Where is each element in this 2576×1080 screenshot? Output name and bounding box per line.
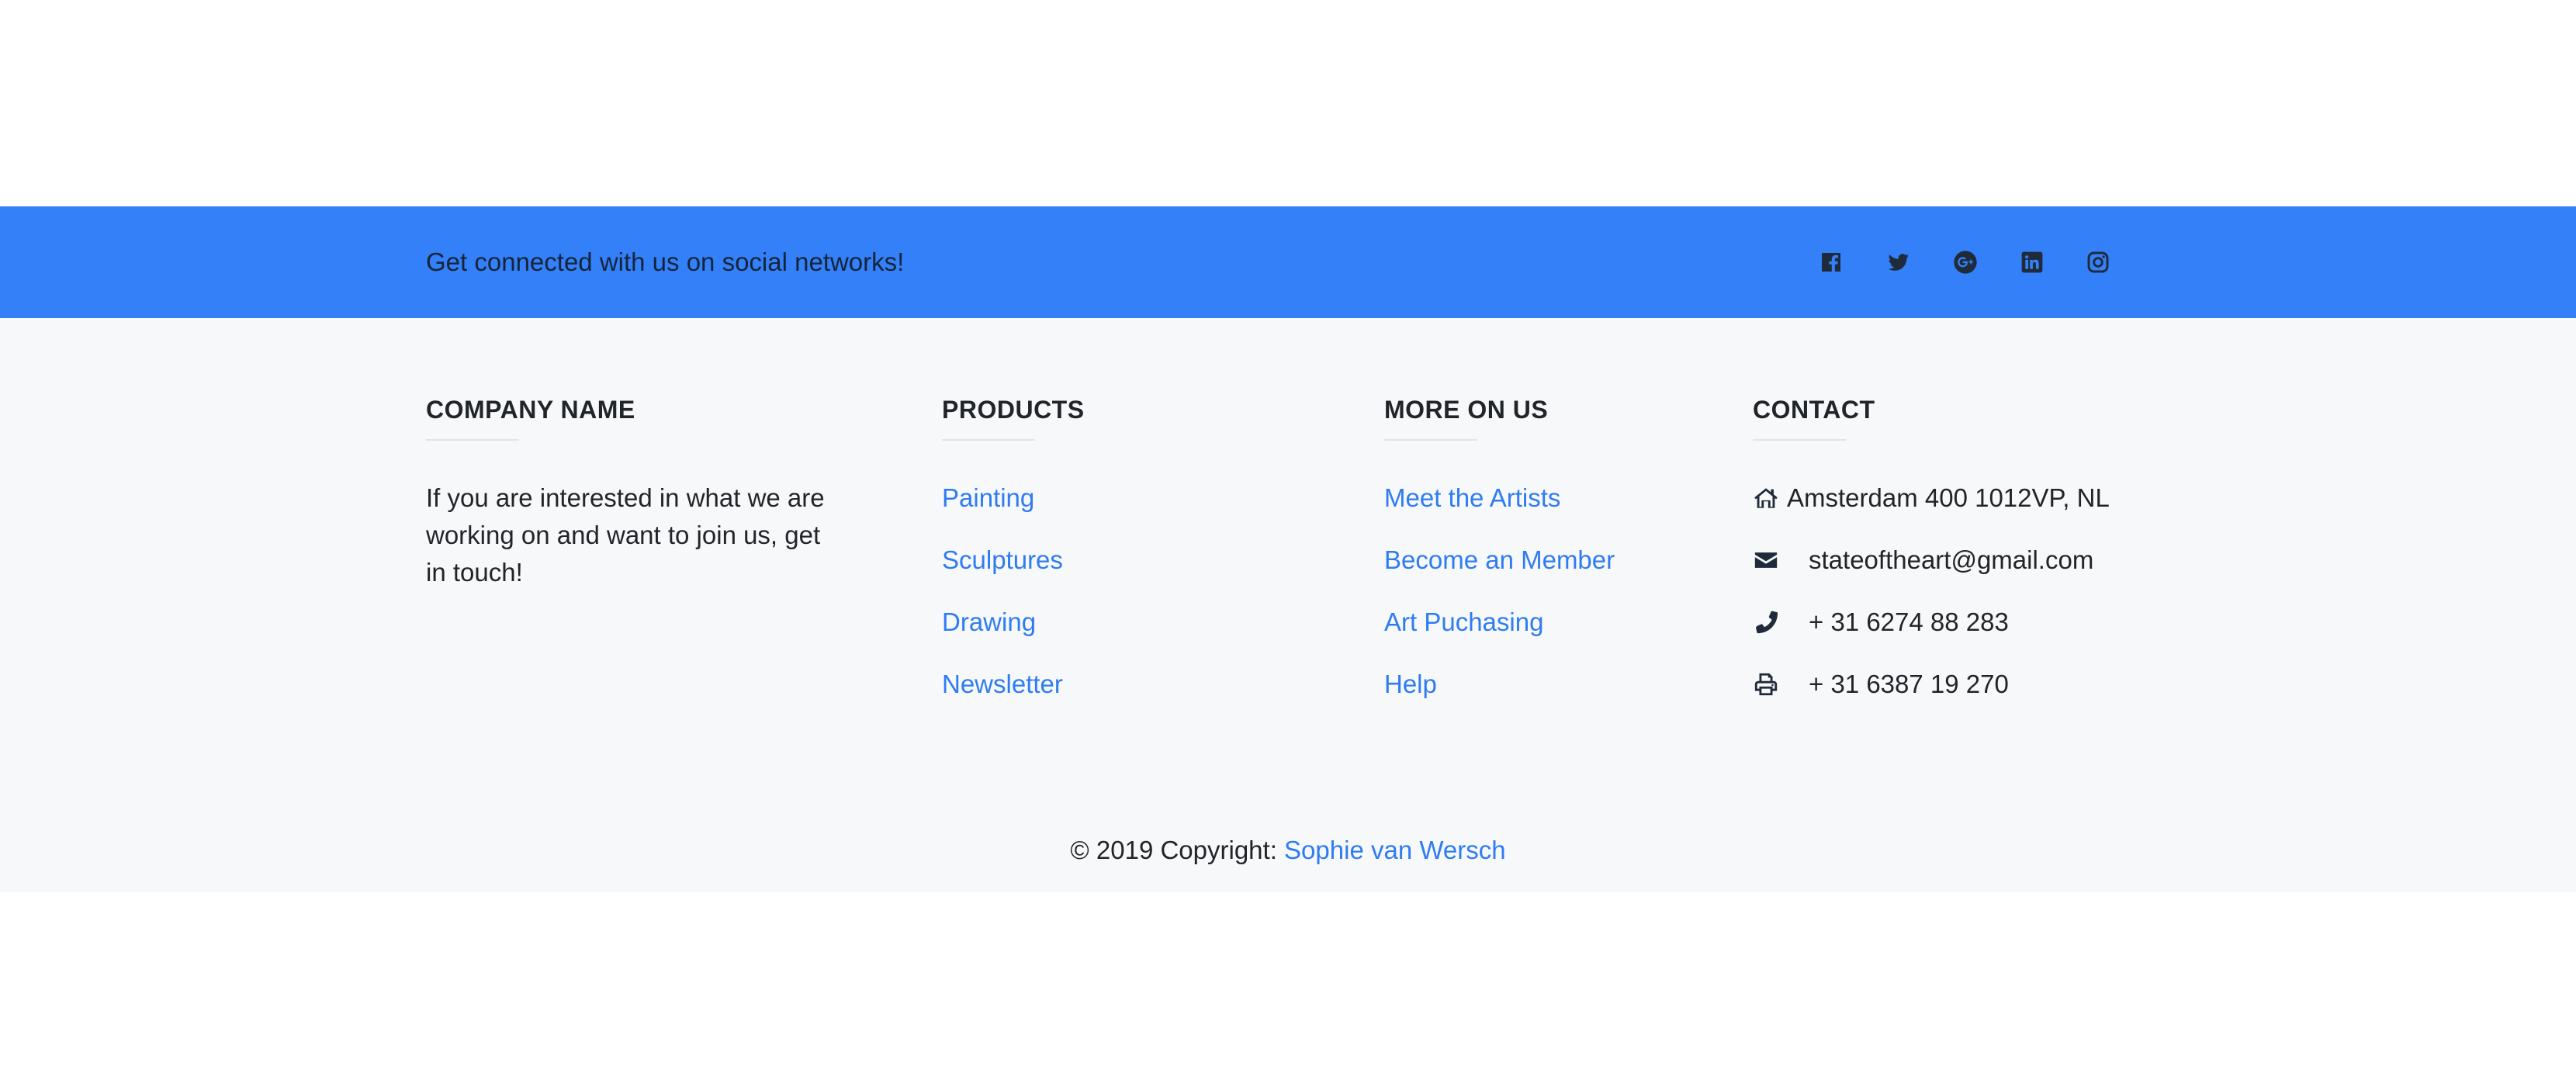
more-link-member[interactable]: Become an Member [1384,545,1615,574]
print-icon [1753,666,1781,703]
home-icon [1753,479,1781,517]
products-heading: PRODUCTS [942,396,1085,424]
contact-fax-row: + 31 6387 19 270 [1753,666,2110,728]
heading-divider [1384,439,1477,441]
company-column: COMPANY NAME If you are interested in wh… [426,393,837,591]
envelope-icon [1753,542,1781,579]
copyright-text: © 2019 Copyright: [1070,836,1277,864]
contact-address-row: Amsterdam 400 1012VP, NL [1753,479,2110,542]
products-column: PRODUCTS Painting Sculptures Drawing New… [942,393,1085,728]
copyright: © 2019 Copyright: Sophie van Wersch [0,832,2576,869]
more-column: MORE ON US Meet the Artists Become an Me… [1384,393,1615,728]
company-description: If you are interested in what we are wor… [426,483,825,587]
products-link-drawing[interactable]: Drawing [942,608,1036,636]
products-link-sculptures[interactable]: Sculptures [942,545,1063,574]
social-bar: Get connected with us on social networks… [0,206,2576,318]
social-tagline: Get connected with us on social networks… [426,248,905,276]
products-link-painting[interactable]: Painting [942,483,1034,512]
heading-divider [942,439,1035,441]
contact-email-row: stateoftheart@gmail.com [1753,542,2110,604]
contact-email: stateoftheart@gmail.com [1809,545,2094,574]
instagram-icon[interactable] [2083,247,2114,278]
twitter-icon[interactable] [1883,247,1914,278]
footer: COMPANY NAME If you are interested in wh… [0,318,2576,892]
contact-fax: + 31 6387 19 270 [1809,670,2009,698]
more-link-purchasing[interactable]: Art Puchasing [1384,608,1543,636]
facebook-icon[interactable] [1816,247,1847,278]
contact-phone-row: + 31 6274 88 283 [1753,604,2110,666]
copyright-author-link[interactable]: Sophie van Wersch [1284,836,1506,864]
heading-divider [426,439,519,441]
more-link-artists[interactable]: Meet the Artists [1384,483,1560,512]
phone-icon [1753,604,1781,641]
products-link-newsletter[interactable]: Newsletter [942,670,1063,698]
contact-column: CONTACT Amsterdam 400 1012VP, NL stateof… [1753,393,2110,728]
contact-phone: + 31 6274 88 283 [1809,608,2009,636]
company-heading: COMPANY NAME [426,396,635,424]
contact-heading: CONTACT [1753,396,1875,424]
heading-divider [1753,439,1846,441]
contact-address: Amsterdam 400 1012VP, NL [1787,483,2110,512]
google-plus-icon[interactable] [1950,247,1981,278]
more-heading: MORE ON US [1384,396,1549,424]
more-link-help[interactable]: Help [1384,670,1437,698]
linkedin-icon[interactable] [2017,247,2048,278]
